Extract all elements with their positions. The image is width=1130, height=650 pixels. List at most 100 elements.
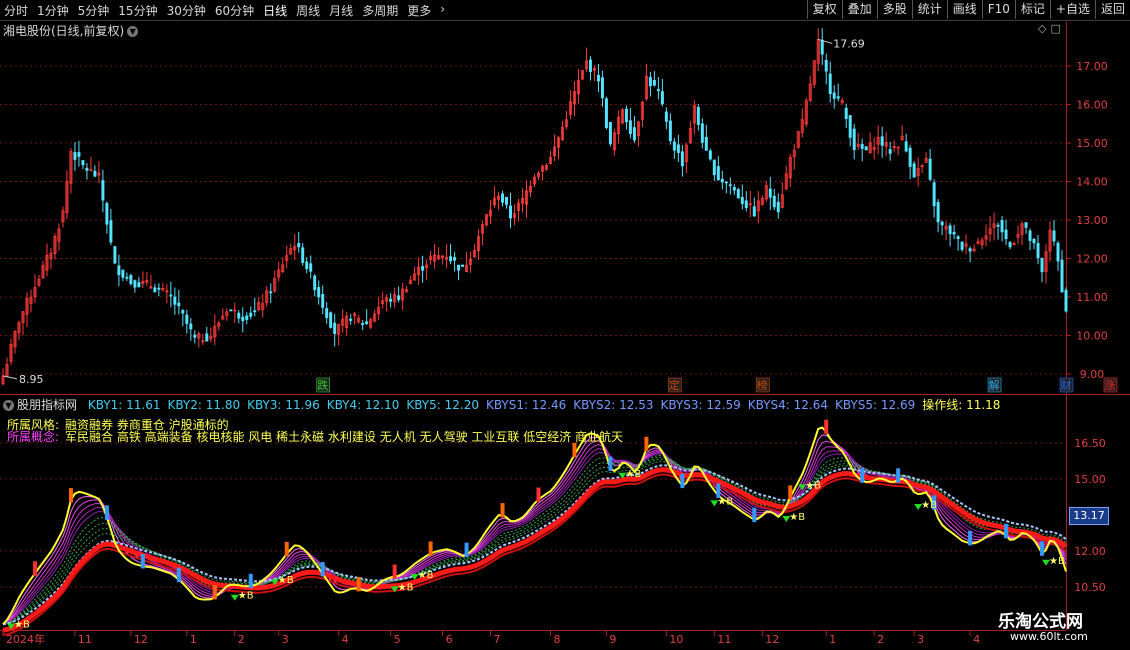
candle-body bbox=[600, 77, 604, 99]
signal-bar bbox=[248, 573, 253, 589]
candle-body bbox=[1040, 257, 1044, 273]
candle-body bbox=[105, 203, 109, 225]
candle-body bbox=[708, 150, 712, 160]
candle-body bbox=[836, 96, 840, 99]
main-price-tick: 12.00 bbox=[1076, 253, 1108, 266]
main-price-tick: 10.00 bbox=[1076, 330, 1108, 343]
candle-body bbox=[844, 107, 848, 119]
candle-body bbox=[860, 143, 864, 149]
candle-body bbox=[716, 166, 720, 181]
candle-body bbox=[229, 309, 233, 312]
time-label-13: 11 bbox=[717, 633, 731, 646]
signal-bar bbox=[644, 436, 649, 452]
candle-body bbox=[449, 256, 453, 262]
candle-body bbox=[461, 264, 465, 267]
candle-body bbox=[361, 323, 365, 325]
stock-chart[interactable]: 17.00 16.00 15.00 14.00 13.00 12.00 11.00 10.00… bbox=[0, 0, 1130, 650]
candle-body bbox=[457, 264, 461, 271]
signal-bar bbox=[824, 419, 829, 435]
candle-body bbox=[349, 318, 353, 321]
candle-body bbox=[1032, 238, 1036, 244]
candle-body bbox=[968, 248, 972, 252]
candle-body bbox=[672, 141, 676, 151]
candle-body bbox=[237, 312, 241, 319]
candle-body bbox=[740, 196, 744, 204]
candle-body bbox=[888, 149, 892, 154]
time-label-8: 6 bbox=[446, 633, 453, 646]
time-label-6: 4 bbox=[342, 633, 349, 646]
candle-body bbox=[652, 80, 656, 86]
candle-body bbox=[169, 294, 173, 297]
candle-body bbox=[177, 302, 181, 307]
time-label-18: 4 bbox=[973, 633, 980, 646]
indicator-value-1: KBY2: 11.80 bbox=[167, 398, 241, 412]
candle-body bbox=[421, 266, 425, 271]
signal-bar bbox=[536, 487, 541, 502]
indicator-value-0: KBY1: 11.61 bbox=[87, 398, 161, 412]
signal-bar bbox=[212, 585, 217, 600]
signal-bar bbox=[680, 473, 685, 489]
concept-tag-line: 所属概念: 军民融合 高铁 高端装备 核电核能 风电 稀土永磁 水利建设 无人机 … bbox=[7, 428, 623, 445]
kbys-line bbox=[2, 460, 1067, 625]
event-marker-4: 财 bbox=[1061, 378, 1072, 392]
candle-body bbox=[952, 231, 956, 235]
indicator-value-2: KBY3: 11.96 bbox=[247, 398, 320, 412]
event-marker-3: 解 bbox=[989, 378, 1000, 392]
candle-body bbox=[848, 115, 852, 138]
signal-bar bbox=[788, 485, 793, 500]
time-label-15: 1 bbox=[829, 633, 836, 646]
signal-bar bbox=[140, 554, 145, 569]
candle-body bbox=[608, 122, 612, 145]
candle-body bbox=[85, 167, 89, 171]
signal-bar bbox=[1040, 541, 1045, 556]
kby-line bbox=[2, 440, 1067, 625]
candle-body bbox=[940, 221, 944, 226]
candle-body bbox=[313, 275, 317, 291]
signal-bar bbox=[572, 442, 577, 458]
candle-body bbox=[956, 236, 960, 240]
candle-body bbox=[189, 323, 193, 330]
indicator-dropdown-icon[interactable]: ▼ bbox=[3, 400, 14, 411]
indicator-header: ▼ 股朋指标网 KBY1: 11.61 KBY2: 11.80 KBY3: 11.96… bbox=[3, 396, 1007, 413]
buy-signal-label: ★B bbox=[238, 591, 254, 602]
main-price-tick: 15.00 bbox=[1076, 137, 1108, 150]
indicator-price-tick: 15.00 bbox=[1074, 473, 1106, 486]
indicator-value-5: KBYS1: 12.46 bbox=[485, 398, 567, 412]
candle-body bbox=[73, 152, 77, 160]
time-label-1: 11 bbox=[78, 633, 92, 646]
candle-body bbox=[113, 246, 117, 264]
time-label-14: 12 bbox=[765, 633, 779, 646]
signal-bar bbox=[896, 468, 901, 483]
time-label-9: 7 bbox=[494, 633, 501, 646]
signal-bar bbox=[428, 541, 433, 556]
indicator-value-4: KBY5: 12.20 bbox=[406, 398, 479, 412]
candle-body bbox=[317, 287, 321, 298]
candle-body bbox=[1028, 230, 1032, 241]
kby-line bbox=[2, 434, 1067, 625]
操作线 bbox=[2, 467, 1068, 633]
buy-signal-label: ★B bbox=[717, 496, 733, 507]
candle-body bbox=[241, 316, 245, 322]
candle-body bbox=[904, 141, 908, 152]
signal-bar bbox=[356, 576, 361, 592]
candle-body bbox=[157, 287, 161, 290]
candle-body bbox=[680, 151, 684, 167]
candle-body bbox=[301, 247, 305, 263]
indicator-price-tick: 12.00 bbox=[1074, 545, 1106, 558]
candle-body bbox=[321, 294, 325, 308]
candle-body bbox=[109, 220, 113, 243]
indicator-name[interactable]: 股朋指标网 bbox=[17, 398, 77, 412]
candle-body bbox=[932, 182, 936, 207]
candle-body bbox=[696, 107, 700, 125]
candle-body bbox=[133, 280, 137, 288]
candle-body bbox=[93, 170, 97, 177]
candle-body bbox=[1024, 222, 1028, 228]
indicator-value-3: KBY4: 12.10 bbox=[326, 398, 400, 412]
indicator-value-10: 操作线: 11.18 bbox=[922, 398, 1001, 412]
candle-body bbox=[676, 144, 680, 153]
candle-body bbox=[588, 59, 592, 72]
candle-body bbox=[752, 206, 756, 217]
candle-body bbox=[181, 309, 185, 314]
signal-bar bbox=[1004, 523, 1009, 539]
time-label-5: 3 bbox=[282, 633, 289, 646]
